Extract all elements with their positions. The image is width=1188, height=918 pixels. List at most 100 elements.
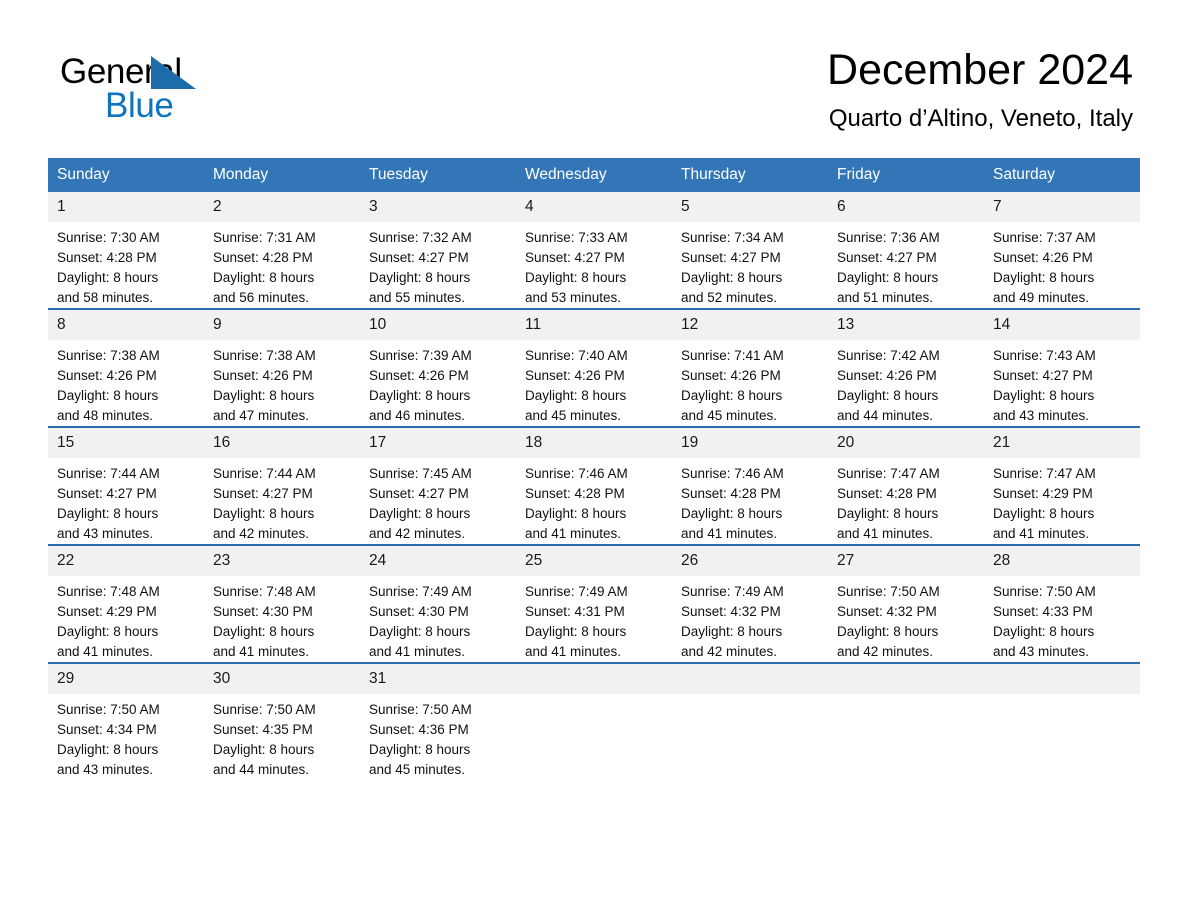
weekday-header-row: Sunday Monday Tuesday Wednesday Thursday… <box>48 158 1140 192</box>
day-sun-info: Sunrise: 7:44 AM Sunset: 4:27 PM Dayligh… <box>213 466 316 541</box>
day-cell[interactable]: 1 Sunrise: 7:30 AM Sunset: 4:28 PM Daylig… <box>48 192 204 309</box>
day-cell[interactable]: 15 Sunrise: 7:44 AM Sunset: 4:27 PM Dayli… <box>48 426 204 545</box>
day-number: 6 <box>828 192 984 222</box>
day-sun-info: Sunrise: 7:47 AM Sunset: 4:29 PM Dayligh… <box>993 466 1096 541</box>
day-number: 12 <box>672 310 828 340</box>
calendar-body: 1 Sunrise: 7:30 AM Sunset: 4:28 PM Daylig… <box>48 192 1140 780</box>
day-number: 8 <box>48 310 204 340</box>
day-sun-info: Sunrise: 7:50 AM Sunset: 4:34 PM Dayligh… <box>57 702 160 777</box>
day-cell[interactable]: 17 Sunrise: 7:45 AM Sunset: 4:27 PM Dayli… <box>360 426 516 545</box>
day-number: 2 <box>204 192 360 222</box>
day-cell[interactable]: 12 Sunrise: 7:41 AM Sunset: 4:26 PM Dayli… <box>672 308 828 427</box>
title-block: December 2024 Quarto d’Altino, Veneto, I… <box>827 44 1133 134</box>
day-sun-info: Sunrise: 7:39 AM Sunset: 4:26 PM Dayligh… <box>369 348 472 423</box>
day-number: 27 <box>828 546 984 576</box>
day-cell[interactable]: 2 Sunrise: 7:31 AM Sunset: 4:28 PM Daylig… <box>204 192 360 309</box>
day-sun-info: Sunrise: 7:48 AM Sunset: 4:29 PM Dayligh… <box>57 584 160 659</box>
weekday-header-thursday: Thursday <box>672 158 828 192</box>
day-number: 13 <box>828 310 984 340</box>
day-sun-info: Sunrise: 7:49 AM Sunset: 4:32 PM Dayligh… <box>681 584 784 659</box>
day-cell[interactable]: 21 Sunrise: 7:47 AM Sunset: 4:29 PM Dayli… <box>984 426 1140 545</box>
day-sun-info: Sunrise: 7:50 AM Sunset: 4:33 PM Dayligh… <box>993 584 1096 659</box>
day-number: 19 <box>672 428 828 458</box>
day-cell[interactable]: 8 Sunrise: 7:38 AM Sunset: 4:26 PM Daylig… <box>48 308 204 427</box>
day-sun-info: Sunrise: 7:33 AM Sunset: 4:27 PM Dayligh… <box>525 230 628 305</box>
week-row: 22 Sunrise: 7:48 AM Sunset: 4:29 PM Dayli… <box>48 544 1140 663</box>
day-cell[interactable]: 26 Sunrise: 7:49 AM Sunset: 4:32 PM Dayli… <box>672 544 828 663</box>
day-number: 29 <box>48 664 204 694</box>
day-cell[interactable]: 16 Sunrise: 7:44 AM Sunset: 4:27 PM Dayli… <box>204 426 360 545</box>
day-sun-info: Sunrise: 7:50 AM Sunset: 4:35 PM Dayligh… <box>213 702 316 777</box>
day-number: 23 <box>204 546 360 576</box>
week-row: 1 Sunrise: 7:30 AM Sunset: 4:28 PM Daylig… <box>48 192 1140 309</box>
calendar-table: Sunday Monday Tuesday Wednesday Thursday… <box>48 158 1140 780</box>
day-number: 16 <box>204 428 360 458</box>
day-cell[interactable]: 9 Sunrise: 7:38 AM Sunset: 4:26 PM Daylig… <box>204 308 360 427</box>
day-cell[interactable]: 18 Sunrise: 7:46 AM Sunset: 4:28 PM Dayli… <box>516 426 672 545</box>
day-cell[interactable]: 7 Sunrise: 7:37 AM Sunset: 4:26 PM Daylig… <box>984 192 1140 309</box>
weekday-header-wednesday: Wednesday <box>516 158 672 192</box>
day-cell[interactable]: 5 Sunrise: 7:34 AM Sunset: 4:27 PM Daylig… <box>672 192 828 309</box>
day-number: 9 <box>204 310 360 340</box>
day-cell[interactable]: 13 Sunrise: 7:42 AM Sunset: 4:26 PM Dayli… <box>828 308 984 427</box>
day-number: 30 <box>204 664 360 694</box>
day-sun-info: Sunrise: 7:45 AM Sunset: 4:27 PM Dayligh… <box>369 466 472 541</box>
location-subtitle: Quarto d’Altino, Veneto, Italy <box>828 105 1133 132</box>
day-number <box>516 664 672 694</box>
day-sun-info: Sunrise: 7:50 AM Sunset: 4:36 PM Dayligh… <box>369 702 472 777</box>
day-number: 26 <box>672 546 828 576</box>
day-cell[interactable]: 19 Sunrise: 7:46 AM Sunset: 4:28 PM Dayli… <box>672 426 828 545</box>
page-header: General Blue December 2024 Quarto d’Alti… <box>0 0 1188 158</box>
week-row: 29 Sunrise: 7:50 AM Sunset: 4:34 PM Dayli… <box>48 662 1140 780</box>
day-cell[interactable]: 27 Sunrise: 7:50 AM Sunset: 4:32 PM Dayli… <box>828 544 984 663</box>
weekday-header-monday: Monday <box>204 158 360 192</box>
day-sun-info: Sunrise: 7:30 AM Sunset: 4:28 PM Dayligh… <box>57 230 160 305</box>
day-number: 14 <box>984 310 1140 340</box>
day-cell[interactable]: 3 Sunrise: 7:32 AM Sunset: 4:27 PM Daylig… <box>360 192 516 309</box>
calendar-page: General Blue December 2024 Quarto d’Alti… <box>0 0 1188 918</box>
day-sun-info: Sunrise: 7:34 AM Sunset: 4:27 PM Dayligh… <box>681 230 784 305</box>
day-cell[interactable]: 11 Sunrise: 7:40 AM Sunset: 4:26 PM Dayli… <box>516 308 672 427</box>
day-number: 15 <box>48 428 204 458</box>
day-number: 24 <box>360 546 516 576</box>
day-cell[interactable]: 23 Sunrise: 7:48 AM Sunset: 4:30 PM Dayli… <box>204 544 360 663</box>
day-cell[interactable]: 4 Sunrise: 7:33 AM Sunset: 4:27 PM Daylig… <box>516 192 672 309</box>
day-cell[interactable]: 20 Sunrise: 7:47 AM Sunset: 4:28 PM Dayli… <box>828 426 984 545</box>
day-number: 28 <box>984 546 1140 576</box>
day-cell-empty <box>672 662 828 780</box>
day-sun-info: Sunrise: 7:48 AM Sunset: 4:30 PM Dayligh… <box>213 584 316 659</box>
day-sun-info: Sunrise: 7:47 AM Sunset: 4:28 PM Dayligh… <box>837 466 940 541</box>
generalblue-logo[interactable]: General Blue <box>60 52 320 138</box>
day-cell[interactable]: 14 Sunrise: 7:43 AM Sunset: 4:27 PM Dayli… <box>984 308 1140 427</box>
day-sun-info: Sunrise: 7:36 AM Sunset: 4:27 PM Dayligh… <box>837 230 940 305</box>
day-number: 5 <box>672 192 828 222</box>
day-number: 20 <box>828 428 984 458</box>
day-number: 31 <box>360 664 516 694</box>
day-cell[interactable]: 10 Sunrise: 7:39 AM Sunset: 4:26 PM Dayli… <box>360 308 516 427</box>
day-cell[interactable]: 24 Sunrise: 7:49 AM Sunset: 4:30 PM Dayli… <box>360 544 516 663</box>
day-number: 3 <box>360 192 516 222</box>
day-cell[interactable]: 29 Sunrise: 7:50 AM Sunset: 4:34 PM Dayli… <box>48 662 204 780</box>
logo-text-blue: Blue <box>105 86 174 125</box>
day-sun-info: Sunrise: 7:42 AM Sunset: 4:26 PM Dayligh… <box>837 348 940 423</box>
day-sun-info: Sunrise: 7:46 AM Sunset: 4:28 PM Dayligh… <box>525 466 628 541</box>
day-cell[interactable]: 28 Sunrise: 7:50 AM Sunset: 4:33 PM Dayli… <box>984 544 1140 663</box>
day-sun-info: Sunrise: 7:40 AM Sunset: 4:26 PM Dayligh… <box>525 348 628 423</box>
day-cell[interactable]: 31 Sunrise: 7:50 AM Sunset: 4:36 PM Dayli… <box>360 662 516 780</box>
day-cell[interactable]: 22 Sunrise: 7:48 AM Sunset: 4:29 PM Dayli… <box>48 544 204 663</box>
day-number: 22 <box>48 546 204 576</box>
day-number: 18 <box>516 428 672 458</box>
week-row: 8 Sunrise: 7:38 AM Sunset: 4:26 PM Daylig… <box>48 308 1140 427</box>
day-number <box>672 664 828 694</box>
weekday-header-sunday: Sunday <box>48 158 204 192</box>
day-cell[interactable]: 6 Sunrise: 7:36 AM Sunset: 4:27 PM Daylig… <box>828 192 984 309</box>
day-cell-empty <box>516 662 672 780</box>
day-cell[interactable]: 25 Sunrise: 7:49 AM Sunset: 4:31 PM Dayli… <box>516 544 672 663</box>
page-title: December 2024 <box>827 46 1133 94</box>
day-sun-info: Sunrise: 7:46 AM Sunset: 4:28 PM Dayligh… <box>681 466 784 541</box>
day-sun-info: Sunrise: 7:38 AM Sunset: 4:26 PM Dayligh… <box>213 348 316 423</box>
day-sun-info: Sunrise: 7:49 AM Sunset: 4:30 PM Dayligh… <box>369 584 472 659</box>
day-cell[interactable]: 30 Sunrise: 7:50 AM Sunset: 4:35 PM Dayli… <box>204 662 360 780</box>
day-number: 21 <box>984 428 1140 458</box>
day-number: 17 <box>360 428 516 458</box>
